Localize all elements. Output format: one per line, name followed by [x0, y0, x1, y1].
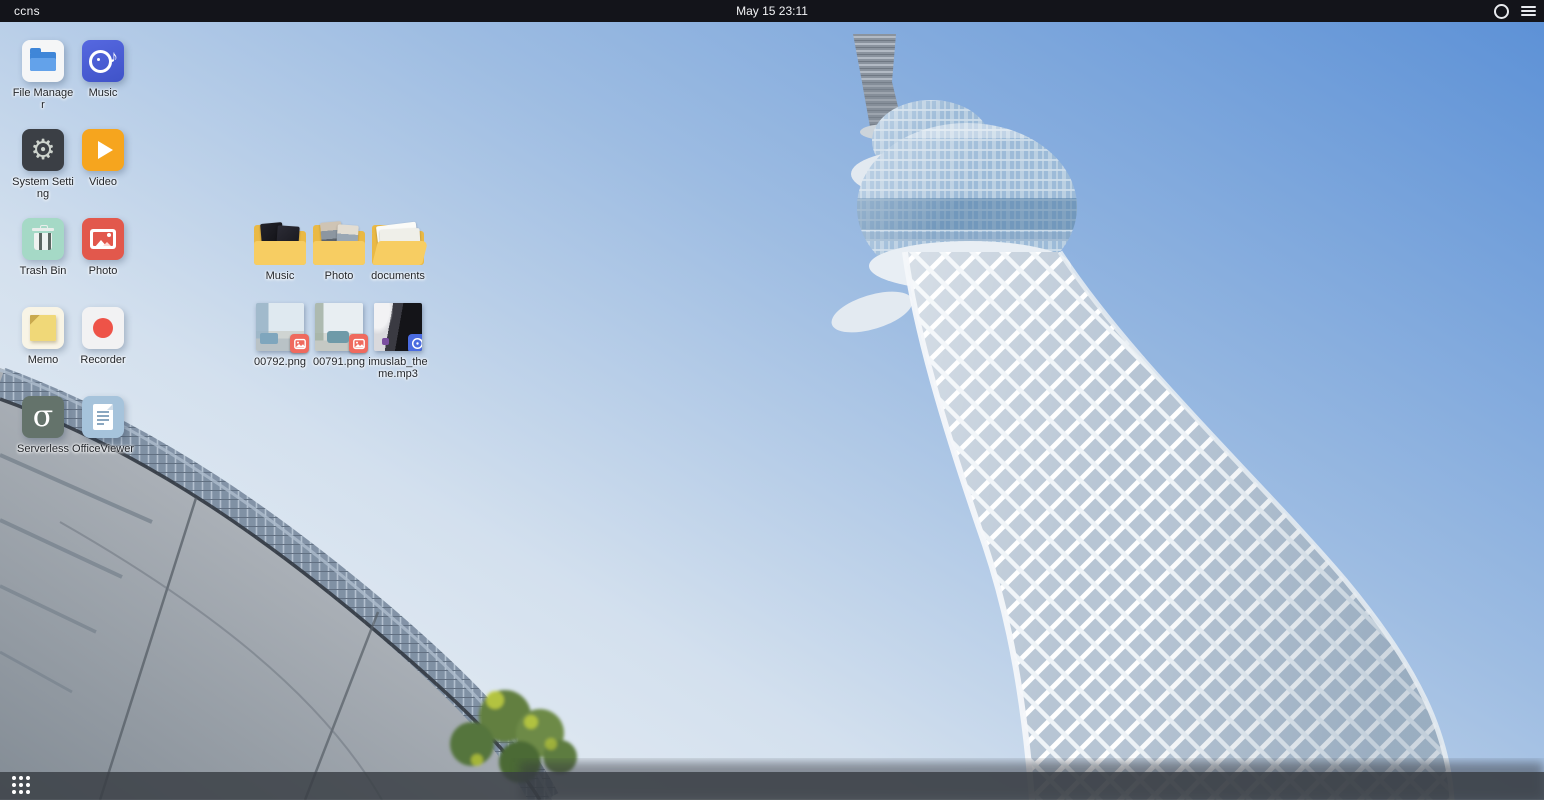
icon-label: Memo	[28, 354, 59, 366]
desktop-icon-file-manager[interactable]: File Manager	[12, 40, 74, 111]
record-dot-icon	[82, 307, 124, 349]
status-circle-icon[interactable]	[1494, 4, 1509, 19]
desktop-icon-officeviewer[interactable]: OfficeViewer	[72, 396, 134, 455]
desktop-icon-video[interactable]: Video	[72, 129, 134, 188]
desktop-icon-system-setting[interactable]: ⚙ System Setting	[12, 129, 74, 200]
icon-label: Serverless	[17, 443, 69, 455]
folder-icon	[253, 221, 307, 265]
play-icon	[82, 129, 124, 171]
desktop-icon-serverless[interactable]: σ Serverless	[12, 396, 74, 455]
desktop-folder-documents[interactable]: documents	[366, 221, 430, 282]
desktop-icon-music-app[interactable]: ♪ Music	[72, 40, 134, 99]
music-badge-icon	[408, 334, 422, 351]
folder-icon	[312, 221, 366, 265]
icon-label: documents	[371, 270, 425, 282]
file-manager-icon	[22, 40, 64, 82]
icon-label: Photo	[325, 270, 354, 282]
image-thumbnail	[315, 303, 363, 351]
desktop-file-00792-png[interactable]: 00792.png	[248, 303, 312, 368]
desktop-file-00791-png[interactable]: 00791.png	[307, 303, 371, 368]
icon-label: Photo	[89, 265, 118, 277]
hostname-label: ccns	[14, 4, 40, 18]
desktop-folder-music[interactable]: Music	[248, 221, 312, 282]
top-bar-right	[1494, 0, 1536, 22]
icon-label: 00791.png	[313, 356, 365, 368]
desktop-file-imuslab-theme-mp3[interactable]: imuslab_theme.mp3	[366, 303, 430, 380]
desktop-icon-recorder[interactable]: Recorder	[72, 307, 134, 366]
icon-label: Music	[266, 270, 295, 282]
desktop-icon-trash-bin[interactable]: Trash Bin	[12, 218, 74, 277]
top-bar: ccns May 15 23:11	[0, 0, 1544, 22]
photo-app-icon	[82, 218, 124, 260]
desktop-icon-photo-app[interactable]: Photo	[72, 218, 134, 277]
desktop: ccns May 15 23:11 File Manager ♪ Music ⚙…	[0, 0, 1544, 800]
app-grid-launcher-icon[interactable]	[12, 776, 32, 796]
icon-label: Video	[89, 176, 117, 188]
clock[interactable]: May 15 23:11	[736, 4, 808, 18]
menu-icon[interactable]	[1521, 6, 1536, 17]
document-icon	[82, 396, 124, 438]
icon-label: File Manager	[12, 87, 74, 111]
sticky-note-icon	[22, 307, 64, 349]
gear-icon: ⚙	[22, 129, 64, 171]
album-art-thumbnail	[374, 303, 422, 351]
taskbar	[0, 772, 1544, 800]
icon-label: 00792.png	[254, 356, 306, 368]
music-app-icon: ♪	[82, 40, 124, 82]
folder-icon	[371, 221, 425, 265]
icon-label: Music	[89, 87, 118, 99]
icon-label: Trash Bin	[20, 265, 67, 277]
trash-icon	[22, 218, 64, 260]
desktop-icon-memo[interactable]: Memo	[12, 307, 74, 366]
wallpaper-image	[0, 0, 1544, 800]
icon-label: imuslab_theme.mp3	[366, 356, 430, 380]
icon-label: Recorder	[80, 354, 125, 366]
sigma-icon: σ	[22, 396, 64, 438]
desktop-folder-photo[interactable]: Photo	[307, 221, 371, 282]
icon-label: OfficeViewer	[72, 443, 134, 455]
icon-label: System Setting	[12, 176, 74, 200]
image-thumbnail	[256, 303, 304, 351]
